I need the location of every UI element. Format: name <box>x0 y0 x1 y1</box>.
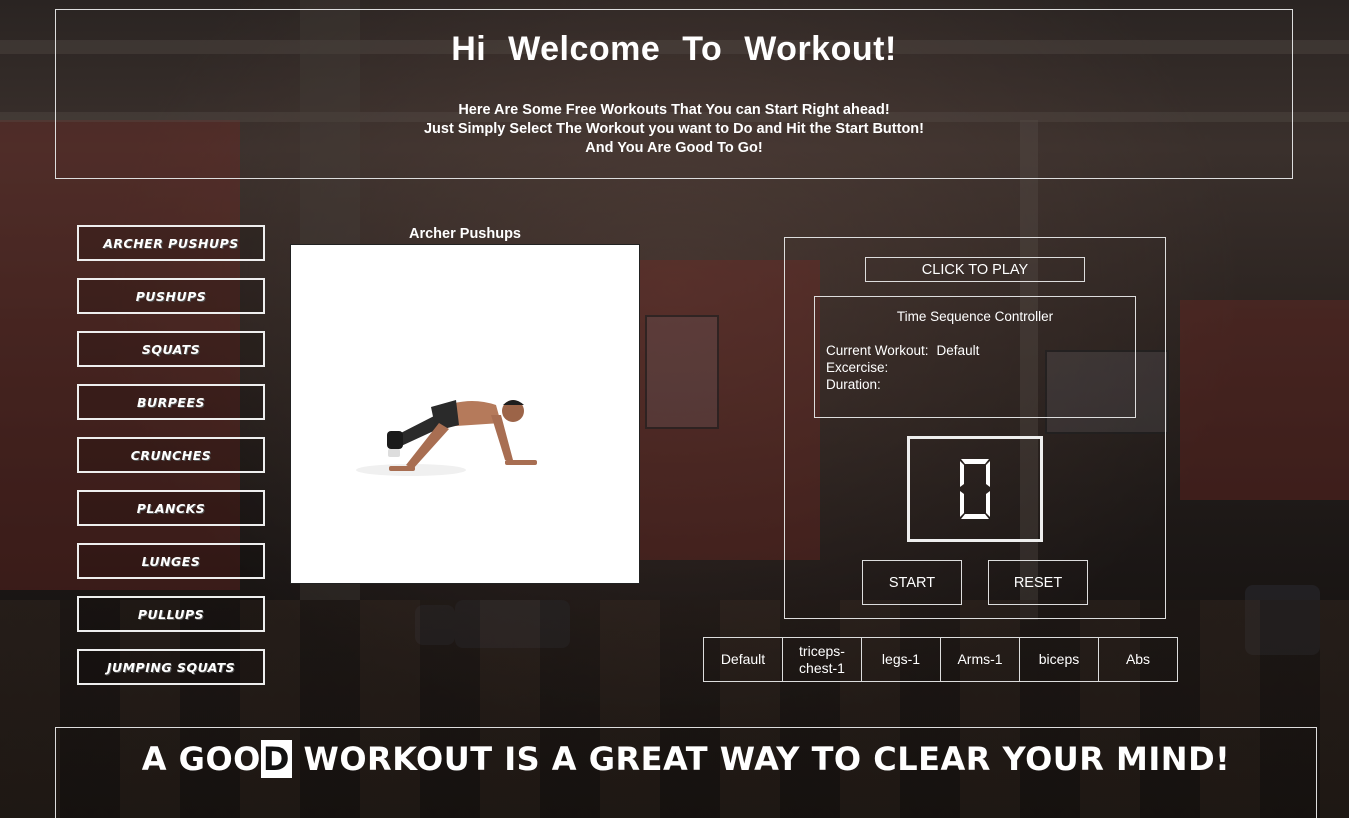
exercise-button-squats[interactable]: SQUATS <box>77 331 265 367</box>
duration-row: Duration: <box>826 376 1135 393</box>
current-workout-value: Default <box>936 343 980 358</box>
exercise-button-pushups[interactable]: PUSHUPS <box>77 278 265 314</box>
pushup-figure-icon <box>356 400 537 476</box>
tab-triceps-chest-1[interactable]: triceps-chest-1 <box>782 637 862 682</box>
exercise-button-archer-pushups[interactable]: ARCHER PUSHUPS <box>77 225 265 261</box>
exercise-button-plancks[interactable]: PLANCKS <box>77 490 265 526</box>
welcome-line-2: Just Simply Select The Workout you want … <box>423 121 924 137</box>
tab-legs-1[interactable]: legs-1 <box>861 637 941 682</box>
click-to-play-button[interactable]: CLICK TO PLAY <box>865 257 1085 282</box>
exercise-preview-title: Archer Pushups <box>409 226 521 242</box>
exercise-list: ARCHER PUSHUPS PUSHUPS SQUATS BURPEES CR… <box>77 225 265 702</box>
tab-abs[interactable]: Abs <box>1098 637 1178 682</box>
current-workout-row: Current Workout: Default <box>826 342 1135 359</box>
exercise-row: Excercise: <box>826 359 1135 376</box>
timer-display: 0 <box>907 436 1043 542</box>
reset-button[interactable]: RESET <box>988 560 1088 605</box>
page-title: Hi Welcome To Workout! <box>451 30 897 68</box>
tab-default[interactable]: Default <box>703 637 783 682</box>
exercise-button-jumping-squats[interactable]: JUMPING SQUATS <box>77 649 265 685</box>
current-workout-label: Current Workout: <box>826 343 929 358</box>
time-sequence-title: Time Sequence Controller <box>896 309 1054 324</box>
workout-preset-tabs: Default triceps-chest-1 legs-1 Arms-1 bi… <box>703 637 1178 682</box>
welcome-text: Here Are Some Free Workouts That You can… <box>56 101 1292 158</box>
welcome-panel: Hi Welcome To Workout! Here Are Some Fre… <box>55 9 1293 179</box>
tab-biceps[interactable]: biceps <box>1019 637 1099 682</box>
motivation-text-end: WORKOUT IS A GREAT WAY TO CLEAR YOUR MIN… <box>291 740 1231 778</box>
start-button[interactable]: START <box>862 560 962 605</box>
workout-controller-panel: CLICK TO PLAY Time Sequence Controller C… <box>784 237 1166 619</box>
exercise-button-burpees[interactable]: BURPEES <box>77 384 265 420</box>
motivation-text: A GOOD WORKOUT IS A GREAT WAY TO CLEAR Y… <box>56 740 1316 778</box>
exercise-label: Excercise: <box>826 360 889 375</box>
seven-segment-digit: 0 <box>960 459 990 519</box>
welcome-line-3: And You Are Good To Go! <box>585 140 763 156</box>
motivation-text-start: A GOO <box>141 740 261 778</box>
motivation-text-highlight: D <box>260 740 292 778</box>
tab-arms-1[interactable]: Arms-1 <box>940 637 1020 682</box>
motivation-banner: A GOOD WORKOUT IS A GREAT WAY TO CLEAR Y… <box>55 727 1317 818</box>
exercise-button-pullups[interactable]: PULLUPS <box>77 596 265 632</box>
duration-label: Duration: <box>826 377 881 392</box>
time-sequence-controller: Time Sequence Controller Current Workout… <box>814 296 1136 418</box>
exercise-button-lunges[interactable]: LUNGES <box>77 543 265 579</box>
exercise-preview-image <box>290 244 640 584</box>
timer-digit-text: 0 <box>975 496 976 498</box>
exercise-button-crunches[interactable]: CRUNCHES <box>77 437 265 473</box>
welcome-line-1: Here Are Some Free Workouts That You can… <box>458 102 890 118</box>
